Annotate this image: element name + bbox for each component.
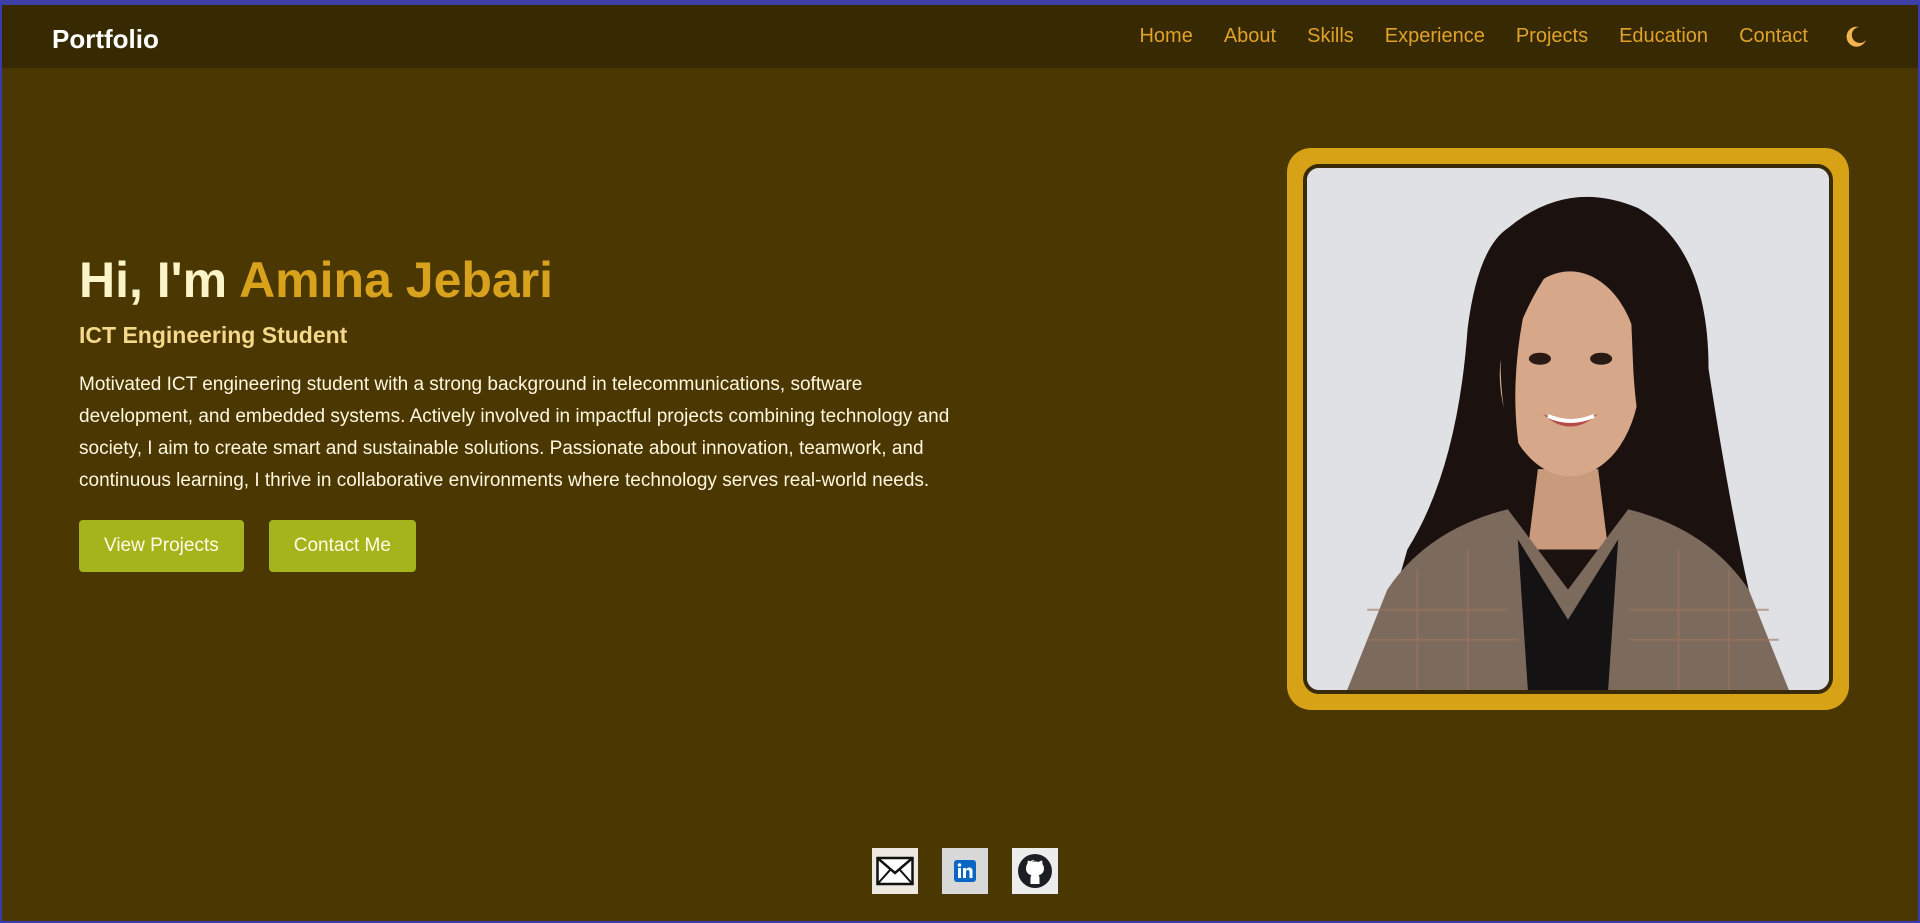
hero-description: Motivated ICT engineering student with a… [79,374,950,491]
linkedin-icon [954,860,976,882]
github-link[interactable] [1012,848,1058,894]
github-icon [1018,854,1052,888]
mail-icon [876,856,914,886]
nav-link-experience[interactable]: Experience [1385,25,1485,48]
profile-photo [1303,164,1833,694]
top-navbar: Portfolio Home About Skills Experience P… [2,5,1918,68]
hero-buttons: View Projects Contact Me [79,520,979,572]
profile-photo-illustration [1307,168,1829,690]
hero-section: Hi, I'm Amina Jebari ICT Engineering Stu… [79,250,979,572]
hero-title: Hi, I'm Amina Jebari [79,250,979,310]
linkedin-link[interactable] [942,848,988,894]
nav-link-contact[interactable]: Contact [1739,25,1808,48]
nav-link-home[interactable]: Home [1139,25,1192,48]
moon-icon[interactable] [1844,25,1868,49]
hero-greeting: Hi, I'm [79,252,240,308]
nav-links: Home About Skills Experience Projects Ed… [1108,5,1888,68]
view-projects-button[interactable]: View Projects [79,520,244,572]
nav-link-education[interactable]: Education [1619,25,1708,48]
nav-link-skills[interactable]: Skills [1307,25,1354,48]
hero-subtitle: ICT Engineering Student [79,322,348,348]
hero-name: Amina Jebari [239,252,554,308]
brand-logo[interactable]: Portfolio [52,24,159,55]
email-link[interactable] [872,848,918,894]
nav-link-projects[interactable]: Projects [1516,25,1588,48]
profile-photo-frame [1287,148,1849,710]
contact-me-button[interactable]: Contact Me [268,520,416,572]
nav-link-about[interactable]: About [1224,25,1276,48]
